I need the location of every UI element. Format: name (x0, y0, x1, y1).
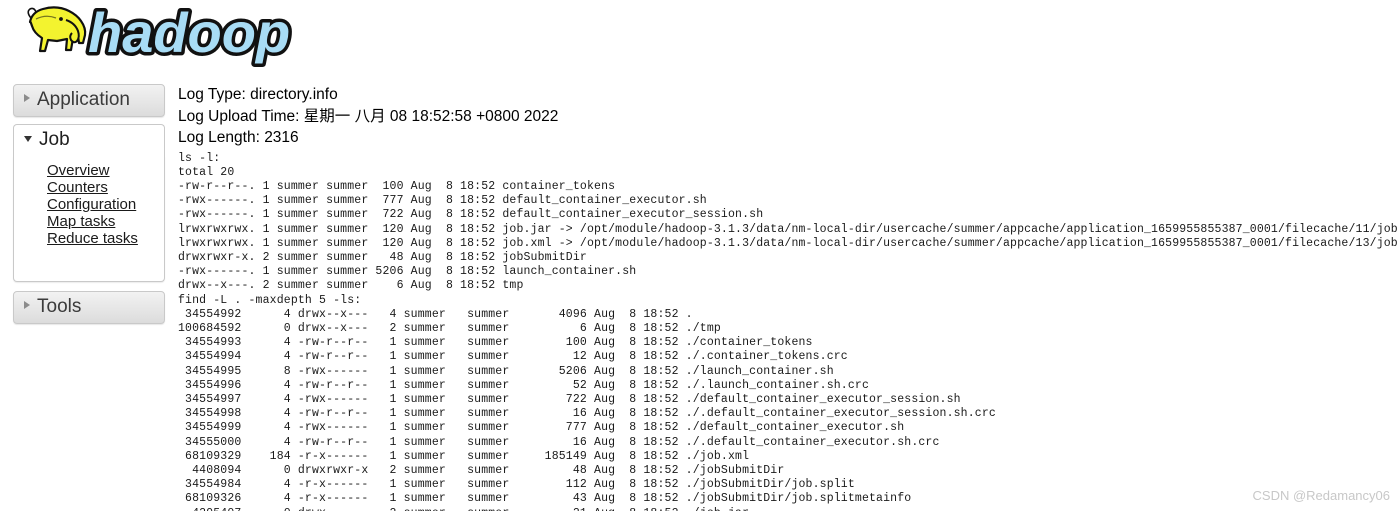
chevron-right-icon (24, 94, 30, 102)
elephant-icon (27, 6, 87, 53)
sidebar-section-application[interactable]: Application (13, 84, 165, 117)
sidebar-section-job-label: Job (39, 129, 70, 150)
sidebar-tools-group: Tools (13, 291, 165, 324)
sidebar-item-overview[interactable]: Overview (14, 162, 164, 179)
sidebar-item-counters[interactable]: Counters (14, 179, 164, 196)
sidebar-item-map-tasks[interactable]: Map tasks (14, 213, 164, 230)
log-length: Log Length: 2316 (178, 129, 299, 146)
hadoop-logo[interactable]: hadoop hadoop (16, 0, 316, 68)
watermark: CSDN @Redamancy06 (1252, 488, 1390, 503)
sidebar-section-tools-label: Tools (37, 296, 82, 317)
sidebar-item-configuration[interactable]: Configuration (14, 196, 164, 213)
sidebar-job-group: Job Overview Counters Configuration Map … (13, 124, 165, 282)
site-header: hadoop hadoop (0, 0, 1400, 72)
hadoop-wordmark: hadoop hadoop (85, 0, 294, 68)
log-type: Log Type: directory.info (178, 86, 338, 103)
sidebar-item-reduce-tasks[interactable]: Reduce tasks (14, 230, 164, 247)
sidebar-section-application-label: Application (37, 89, 130, 110)
log-upload-time: Log Upload Time: 星期一 八月 08 18:52:58 +080… (178, 107, 559, 125)
sidebar-nav: Application Job Overview Counters Config… (13, 84, 165, 324)
log-content-pane: Log Type: directory.info Log Upload Time… (178, 84, 1400, 511)
hadoop-logo-svg: hadoop hadoop (27, 0, 294, 68)
sidebar-job-links: Overview Counters Configuration Map task… (13, 156, 165, 282)
sidebar-section-tools[interactable]: Tools (13, 291, 165, 324)
log-body-text: ls -l: total 20 -rw-r--r--. 1 summer sum… (178, 151, 1400, 511)
sidebar-section-job[interactable]: Job (13, 124, 165, 156)
chevron-right-icon (24, 301, 30, 309)
wordmark-fill: hadoop (88, 2, 290, 64)
chevron-down-icon (24, 136, 32, 142)
